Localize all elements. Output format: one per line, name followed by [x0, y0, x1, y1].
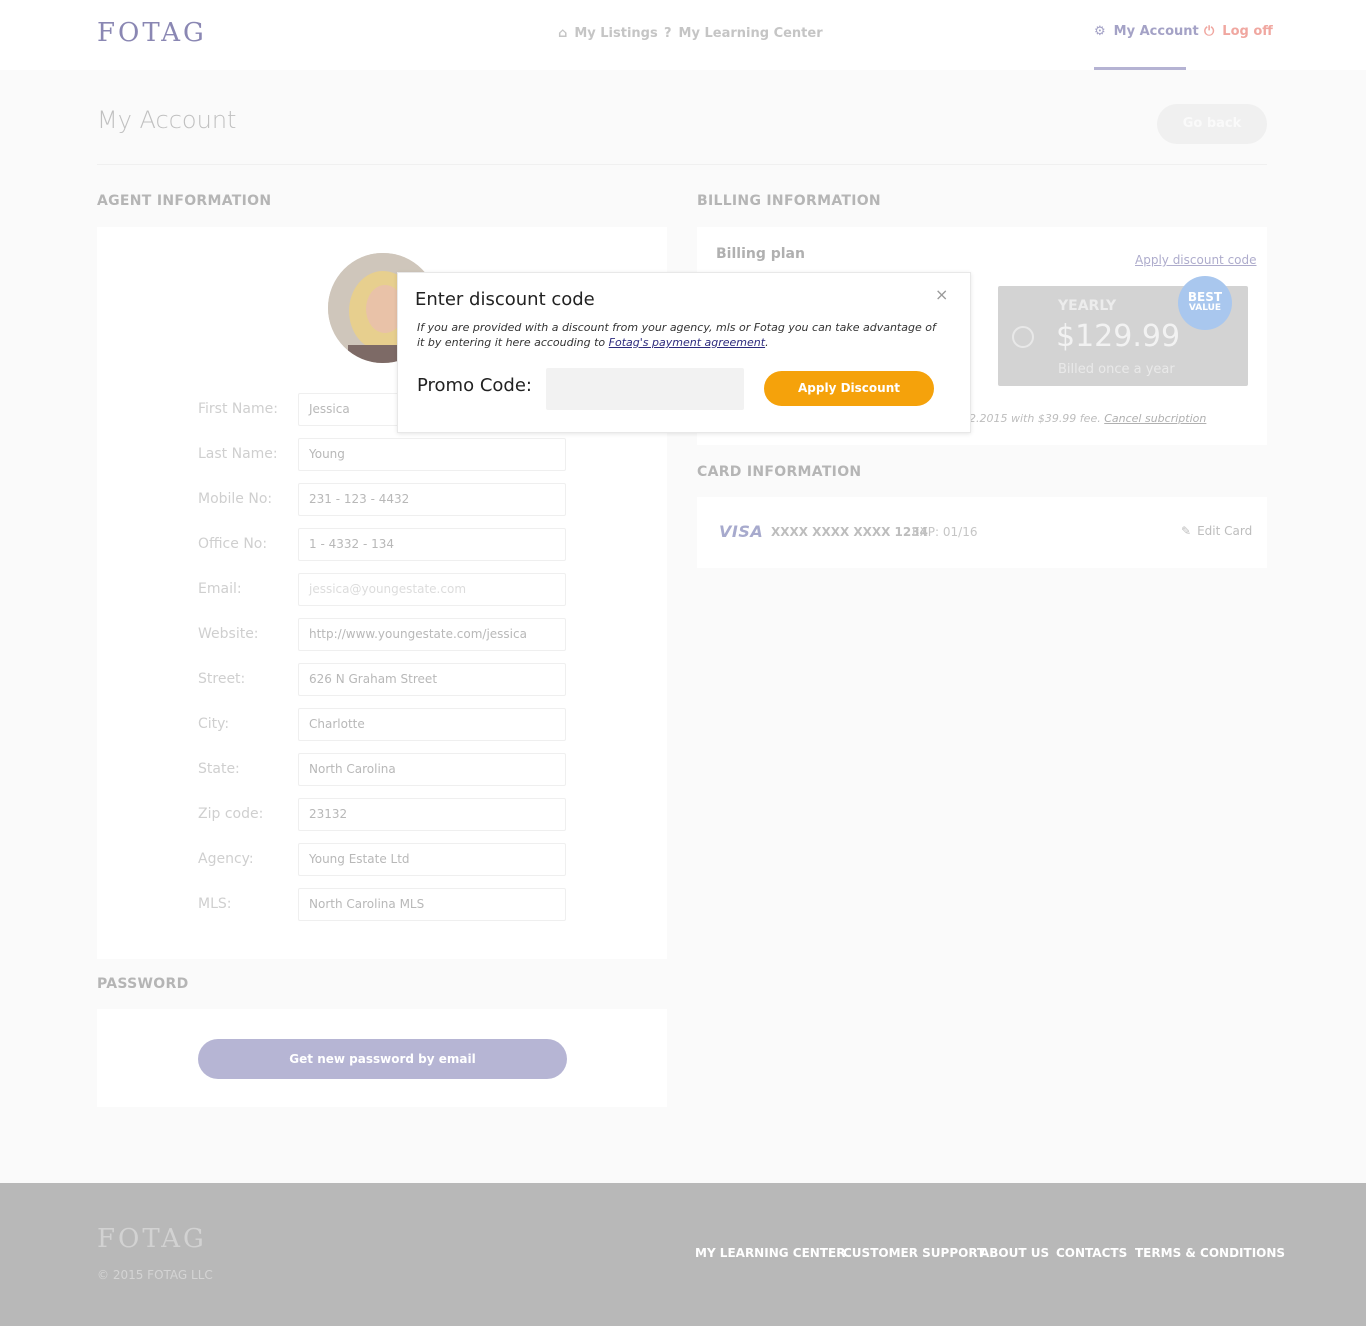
modal-description: If you are provided with a discount from…	[417, 320, 937, 350]
agent-field-input[interactable]: Young	[298, 438, 566, 471]
agent-field-label: City:	[198, 716, 230, 732]
footer-link-terms[interactable]: TERMS & CONDITIONS	[1135, 1246, 1285, 1260]
promo-code-input[interactable]	[546, 368, 744, 410]
go-back-button[interactable]: Go back	[1157, 104, 1267, 144]
page-title: My Account	[97, 106, 237, 134]
home-icon: ⌂	[558, 26, 568, 41]
badge-best: BEST	[1187, 290, 1223, 304]
nav-learning-center-label: My Learning Center	[678, 26, 823, 41]
power-icon: ⏻	[1204, 24, 1215, 39]
close-icon[interactable]: ×	[935, 285, 948, 304]
card-number: XXXX XXXX XXXX 1234	[771, 525, 928, 539]
title-divider	[97, 164, 1267, 165]
footer-logo: FOTAG	[97, 1224, 207, 1254]
get-new-password-button[interactable]: Get new password by email	[198, 1039, 567, 1079]
agent-field-label: First Name:	[198, 401, 278, 417]
nav-my-learning-center[interactable]: ? My Learning Center	[664, 26, 823, 41]
best-value-badge: BEST VALUE	[1178, 276, 1232, 330]
footer-link-customer-support[interactable]: CUSTOMER SUPPORT	[843, 1246, 985, 1260]
agent-info-heading: AGENT INFORMATION	[97, 193, 272, 209]
apply-discount-link[interactable]: Apply discount code	[1135, 253, 1257, 267]
agent-field-label: MLS:	[198, 896, 232, 912]
agent-field-label: Mobile No:	[198, 491, 273, 507]
footer-link-contacts[interactable]: CONTACTS	[1056, 1246, 1127, 1260]
agent-field-label: Zip code:	[198, 806, 264, 822]
footer-link-learning-center[interactable]: MY LEARNING CENTER	[695, 1246, 845, 1260]
agent-field-label: Website:	[198, 626, 259, 642]
agent-field-input[interactable]: 23132	[298, 798, 566, 831]
agent-field-input[interactable]: jessica@youngestate.com	[298, 573, 566, 606]
active-tab-indicator	[1094, 67, 1186, 70]
apply-discount-button[interactable]: Apply Discount	[764, 371, 934, 406]
agent-field-label: Agency:	[198, 851, 254, 867]
logoff-button[interactable]: ⏻ Log off	[1204, 24, 1273, 39]
agent-field-input[interactable]: Young Estate Ltd	[298, 843, 566, 876]
agent-field-label: Street:	[198, 671, 246, 687]
modal-title: Enter discount code	[415, 289, 595, 310]
nav-my-listings[interactable]: ⌂ My Listings	[558, 26, 658, 41]
agent-field-label: State:	[198, 761, 240, 777]
copyright: © 2015 FOTAG LLC	[97, 1268, 213, 1282]
nav-my-listings-label: My Listings	[574, 26, 658, 41]
card-expiry: EXP: 01/16	[912, 525, 978, 539]
renewal-info: 2.2015 with $39.99 fee. Cancel subcripti…	[969, 412, 1206, 425]
agent-field-input[interactable]: 626 N Graham Street	[298, 663, 566, 696]
agent-field-label: Email:	[198, 581, 242, 597]
agent-field-label: Office No:	[198, 536, 268, 552]
edit-card-button[interactable]: ✎ Edit Card	[1181, 524, 1252, 538]
edit-card-label: Edit Card	[1197, 524, 1253, 538]
nav-my-account[interactable]: ⚙ My Account	[1094, 24, 1199, 39]
renewal-text: 2.2015 with $39.99 fee.	[969, 412, 1101, 425]
pencil-icon: ✎	[1181, 524, 1192, 538]
yearly-billing-note: Billed once a year	[1058, 362, 1175, 377]
billing-plan-label: Billing plan	[716, 246, 805, 262]
agent-field-input[interactable]: 1 - 4332 - 134	[298, 528, 566, 561]
yearly-price: $129.99	[1056, 319, 1181, 354]
discount-code-modal: Enter discount code × If you are provide…	[397, 272, 971, 433]
badge-value: VALUE	[1188, 303, 1222, 313]
logoff-label: Log off	[1222, 24, 1273, 39]
promo-code-label: Promo Code:	[417, 375, 532, 396]
password-heading: PASSWORD	[97, 976, 189, 992]
agent-field-input[interactable]: http://www.youngestate.com/jessica	[298, 618, 566, 651]
agent-field-input[interactable]: North Carolina	[298, 753, 566, 786]
header-logo[interactable]: FOTAG	[97, 18, 207, 48]
cancel-subscription-link[interactable]: Cancel subcription	[1104, 412, 1206, 425]
yearly-plan-radio[interactable]	[1012, 326, 1034, 348]
billing-info-heading: BILLING INFORMATION	[697, 193, 881, 209]
agent-field-input[interactable]: Charlotte	[298, 708, 566, 741]
agent-field-input[interactable]: North Carolina MLS	[298, 888, 566, 921]
card-info-heading: CARD INFORMATION	[697, 464, 862, 480]
question-circle-icon: ?	[664, 26, 672, 41]
payment-agreement-link[interactable]: Fotag's payment agreement	[609, 336, 765, 349]
yearly-label: YEARLY	[1058, 298, 1117, 314]
agent-field-input[interactable]: 231 - 123 - 4432	[298, 483, 566, 516]
modal-desc-end: .	[765, 336, 769, 349]
agent-field-label: Last Name:	[198, 446, 278, 462]
nav-my-account-label: My Account	[1113, 24, 1199, 39]
visa-logo-icon: VISA	[719, 522, 764, 541]
gear-icon: ⚙	[1094, 24, 1106, 39]
footer-link-about-us[interactable]: ABOUT US	[980, 1246, 1049, 1260]
